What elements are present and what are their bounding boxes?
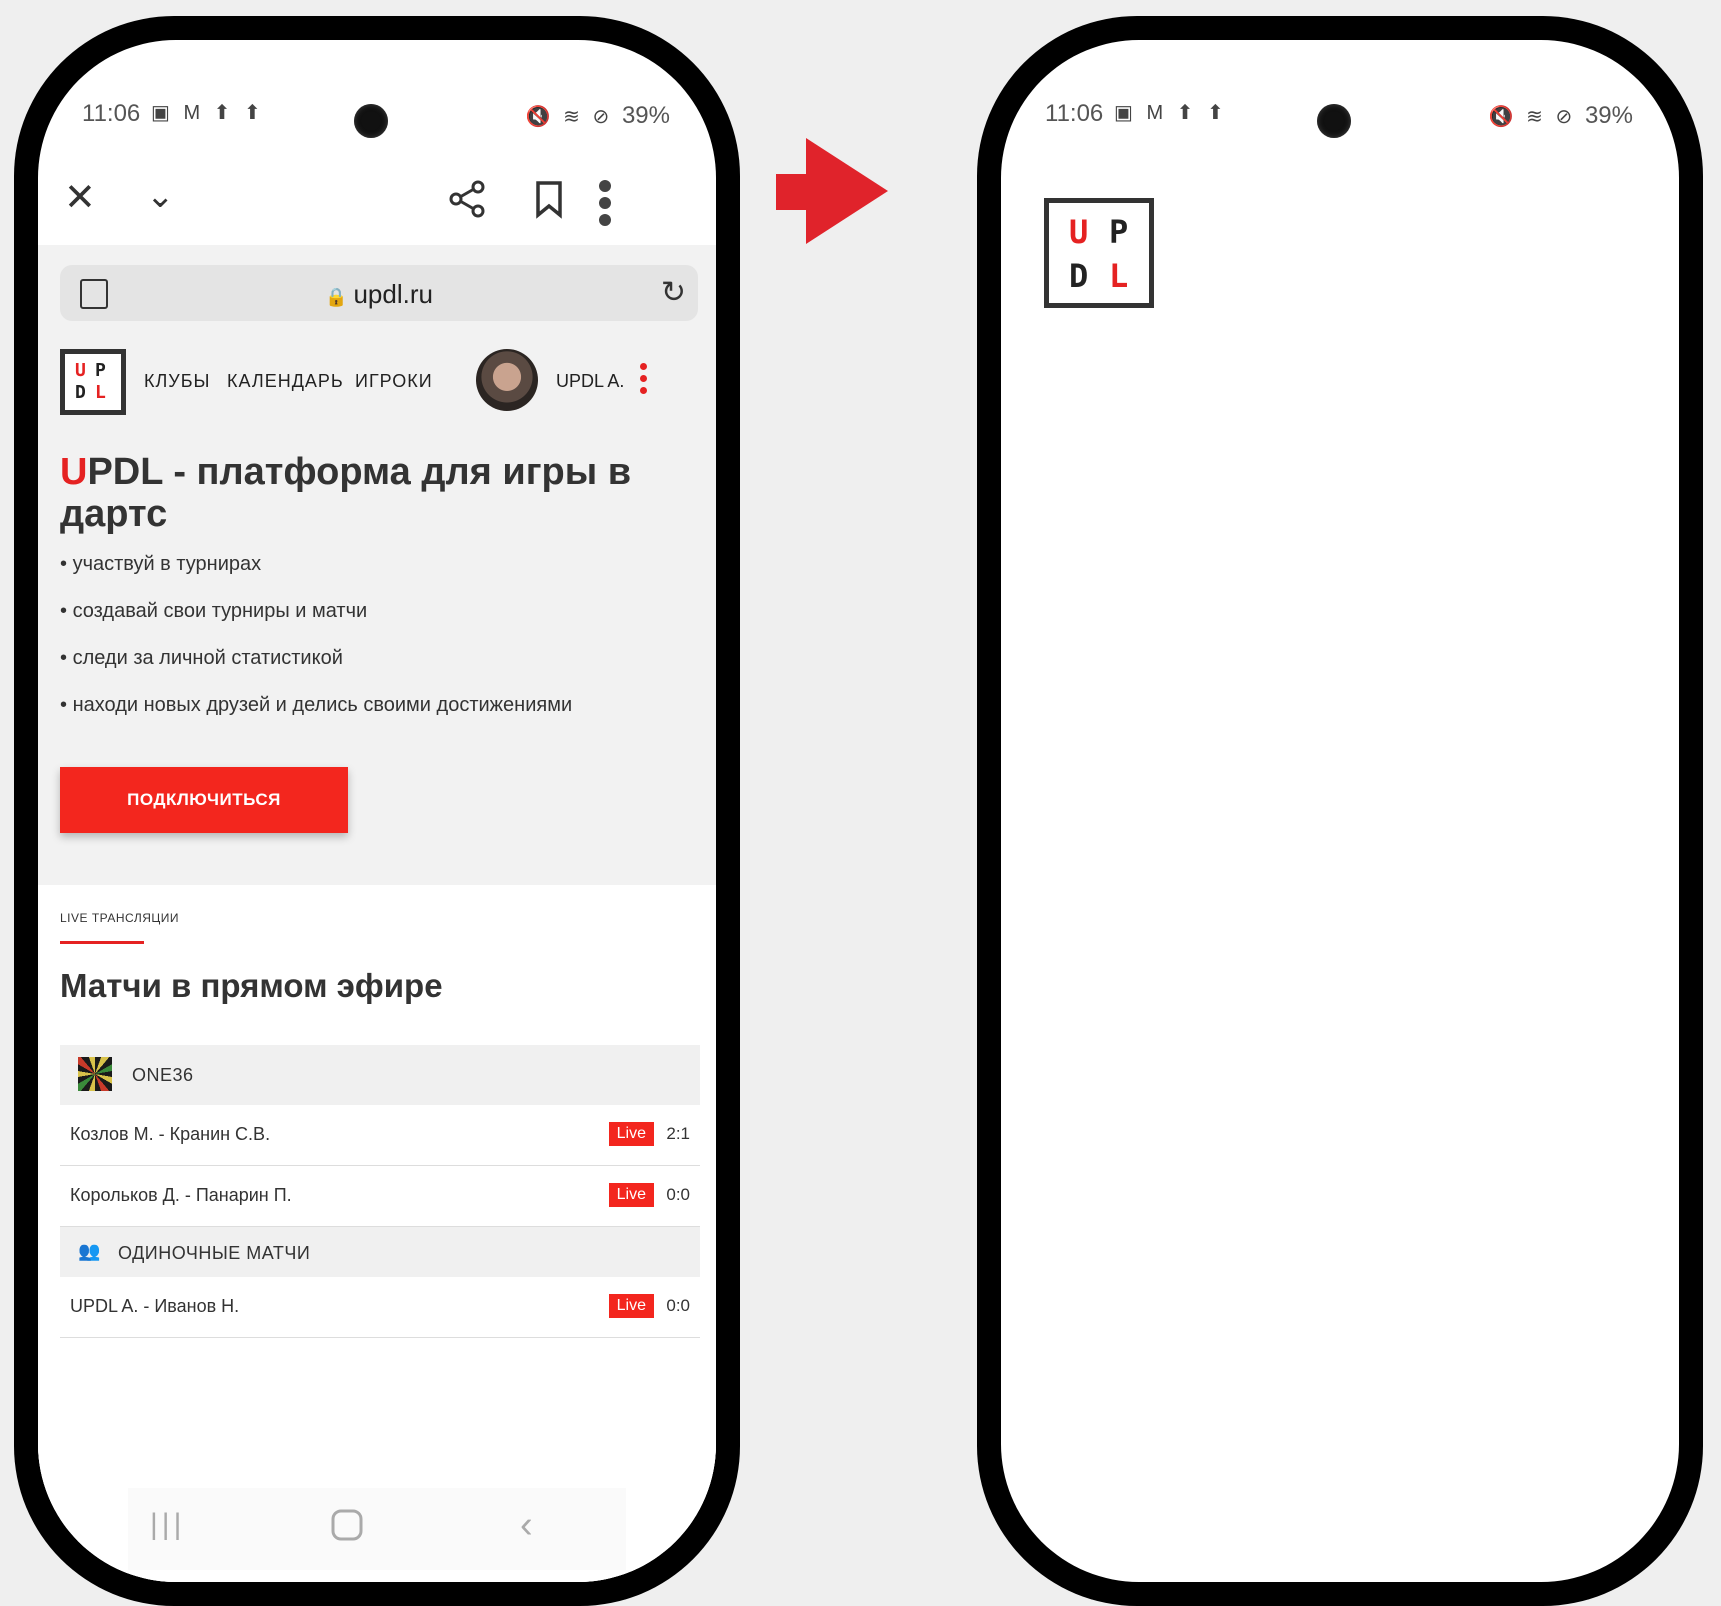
url-text: updl.ru: [353, 279, 433, 309]
live-badge: Live: [608, 1122, 654, 1146]
url-display[interactable]: 🔒 updl.ru: [60, 279, 698, 310]
system-nav-bar: ||| ‹: [128, 1488, 626, 1570]
phone-screen-right: 11:06 ▣ M ⬆ ⬆ 🔇 ≋ ⊘ 39% U P D L: [1001, 40, 1679, 1582]
battery-percent: 39%: [1584, 102, 1633, 129]
match-row[interactable]: Козлов М. - Кранин С.В. Live 2:1: [60, 1105, 700, 1166]
status-time: 11:06: [1045, 100, 1104, 127]
reload-icon[interactable]: ↻: [661, 275, 686, 310]
match-score: 0:0: [666, 1185, 690, 1204]
status-right: 🔇 ≋ ⊘ 39%: [1489, 102, 1634, 130]
list-item: следи за личной статистикой: [60, 647, 572, 694]
mute-icon: 🔇: [1488, 106, 1514, 128]
address-bar-area: 🔒 updl.ru ↻: [38, 245, 716, 343]
hero-title: UPDL - платформа для игры в дартс: [60, 451, 640, 535]
group-name: ОДИНОЧНЫЕ МАТЧИ: [118, 1243, 311, 1263]
wifi-icon: ≋: [1526, 106, 1543, 128]
live-badge: Live: [608, 1183, 654, 1207]
status-bar: 11:06 ▣ M ⬆ ⬆ 🔇 ≋ ⊘ 39%: [38, 40, 716, 150]
live-badge: Live: [608, 1294, 654, 1318]
avatar[interactable]: [476, 349, 538, 411]
phone-screen-left: 11:06 ▣ M ⬆ ⬆ 🔇 ≋ ⊘ 39% ✕ ⌄ 🔒 updl.ru ↻ …: [38, 40, 716, 1582]
webpage: U P D L КЛУБЫ КАЛЕНДАРЬ ИГРОКИ UPDL A. U…: [38, 343, 716, 1582]
dnd-icon: ⊘: [592, 106, 610, 128]
close-icon[interactable]: ✕: [64, 179, 96, 217]
logo-letter-d: D: [75, 382, 86, 403]
status-time: 11:06: [82, 100, 141, 127]
updl-logo[interactable]: U P D L: [60, 349, 126, 415]
match-score: 0:0: [666, 1296, 690, 1315]
notification-icons: ▣ M ⬆ ⬆: [1114, 102, 1228, 124]
front-camera: [1317, 104, 1351, 138]
dnd-icon: ⊘: [1555, 106, 1573, 128]
match-players: Корольков Д. - Панарин П.: [70, 1185, 292, 1205]
front-camera: [354, 104, 388, 138]
logo-letter-p: P: [1109, 213, 1129, 251]
hero-title-accent: U: [60, 451, 88, 493]
logo-letter-u: U: [75, 360, 86, 381]
nav-item-clubs[interactable]: КЛУБЫ: [144, 371, 210, 392]
phone-left: 11:06 ▣ M ⬆ ⬆ 🔇 ≋ ⊘ 39% ✕ ⌄ 🔒 updl.ru ↻ …: [14, 16, 740, 1606]
live-section-title: Матчи в прямом эфире: [60, 967, 443, 1004]
match-row[interactable]: UPDL A. - Иванов Н. Live 0:0: [60, 1277, 700, 1338]
people-icon: 👥: [78, 1241, 101, 1261]
nav-item-calendar[interactable]: КАЛЕНДАРЬ: [227, 371, 344, 392]
battery-percent: 39%: [621, 102, 670, 129]
match-players: UPDL A. - Иванов Н.: [70, 1296, 240, 1316]
match-score: 2:1: [666, 1124, 690, 1143]
match-players: Козлов М. - Кранин С.В.: [70, 1124, 271, 1144]
list-item: участвуй в турнирах: [60, 553, 572, 600]
group-header-one36[interactable]: ONE36: [60, 1045, 700, 1105]
phone-right: 11:06 ▣ M ⬆ ⬆ 🔇 ≋ ⊘ 39% U P D L: [977, 16, 1703, 1606]
group-header-single[interactable]: 👥 ОДИНОЧНЫЕ МАТЧИ: [60, 1227, 700, 1277]
mute-icon: 🔇: [525, 106, 551, 128]
live-section: LIVE ТРАНСЛЯЦИИ Матчи в прямом эфире ONE…: [38, 885, 716, 1582]
connect-button[interactable]: ПОДКЛЮЧИТЬСЯ: [60, 767, 348, 833]
list-item: находи новых друзей и делись своими дост…: [60, 694, 573, 741]
status-right: 🔇 ≋ ⊘ 39%: [526, 102, 671, 130]
group-name: ONE36: [132, 1065, 194, 1085]
back-icon[interactable]: ‹: [520, 1506, 533, 1544]
lock-icon: 🔒: [325, 287, 348, 307]
logo-letter-l: L: [95, 382, 106, 403]
home-icon[interactable]: [330, 1508, 364, 1549]
live-section-label: LIVE ТРАНСЛЯЦИИ: [60, 911, 179, 925]
wifi-icon: ≋: [563, 106, 580, 128]
list-item: создавай свои турниры и матчи: [60, 600, 572, 647]
notification-icons: ▣ M ⬆ ⬆: [151, 102, 265, 124]
bookmark-icon[interactable]: [534, 179, 564, 226]
chevron-down-icon[interactable]: ⌄: [146, 179, 175, 213]
user-name[interactable]: UPDL A.: [556, 371, 624, 392]
updl-splash-logo: U P D L: [1044, 198, 1154, 308]
transition-arrow-icon: [776, 138, 888, 244]
dartboard-icon: [78, 1057, 112, 1091]
logo-letter-l: L: [1109, 257, 1129, 295]
section-underline: [60, 941, 144, 944]
logo-letter-p: P: [95, 360, 106, 381]
share-icon[interactable]: [448, 179, 488, 226]
hero-title-rest: PDL - платформа для игры в дартс: [60, 451, 632, 535]
recents-icon[interactable]: |||: [150, 1510, 185, 1540]
logo-letter-d: D: [1069, 257, 1089, 295]
more-vertical-red-icon[interactable]: [640, 363, 648, 399]
match-row[interactable]: Корольков Д. - Панарин П. Live 0:0: [60, 1166, 700, 1227]
browser-toolbar: ✕ ⌄: [38, 165, 716, 245]
nav-item-players[interactable]: ИГРОКИ: [355, 371, 433, 392]
address-bar[interactable]: 🔒 updl.ru ↻: [60, 265, 698, 321]
more-vertical-icon[interactable]: [598, 179, 612, 234]
feature-list: участвуй в турнирах создавай свои турнир…: [60, 553, 573, 741]
status-bar: 11:06 ▣ M ⬆ ⬆ 🔇 ≋ ⊘ 39%: [1001, 40, 1679, 150]
logo-letter-u: U: [1069, 213, 1089, 251]
